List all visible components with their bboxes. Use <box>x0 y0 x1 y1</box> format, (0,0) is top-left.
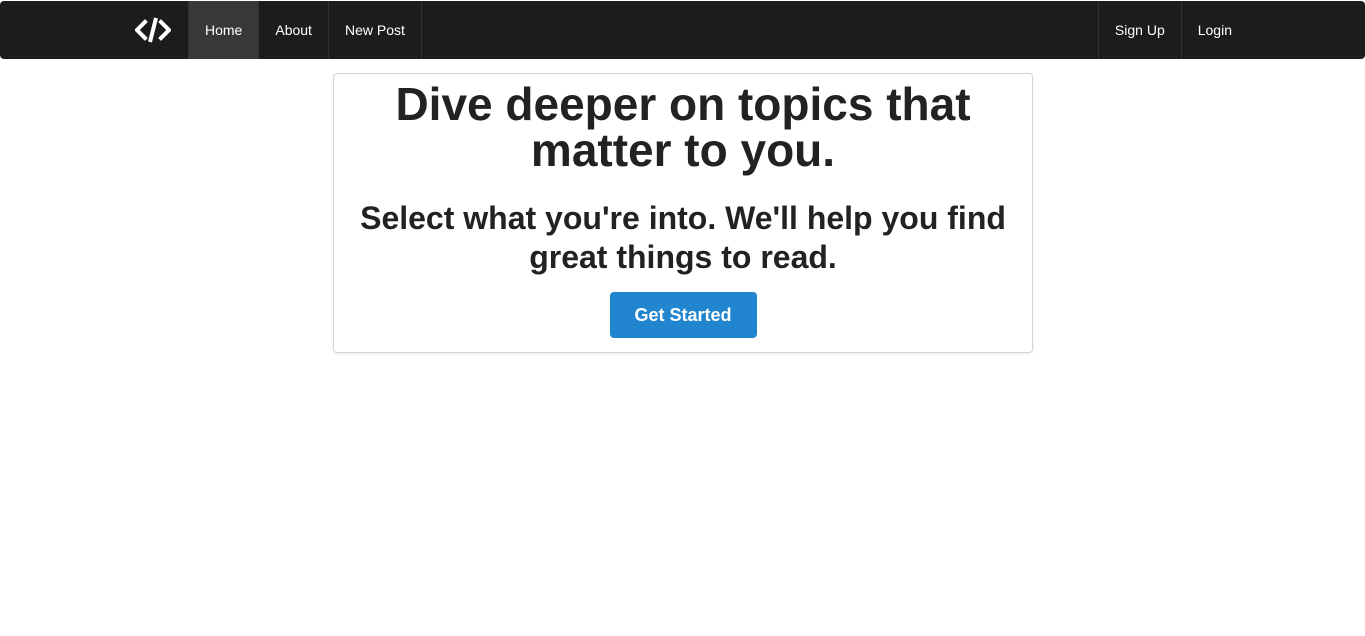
nav-item-login[interactable]: Login <box>1180 1 1248 59</box>
hero-subheadline: Select what you're into. We'll help you … <box>360 200 1006 275</box>
logo-link[interactable] <box>118 1 188 59</box>
nav-item-about[interactable]: About <box>258 1 328 59</box>
nav-item-new-post[interactable]: New Post <box>327 1 422 59</box>
navbar-inner: Home About New Post Sign Up Login <box>118 1 1248 59</box>
navbar-spacer <box>422 1 1098 59</box>
hero-card: Dive deeper on topics that matter to you… <box>333 73 1033 353</box>
top-navbar: Home About New Post Sign Up Login <box>0 1 1365 59</box>
nav-item-home[interactable]: Home <box>188 1 259 59</box>
code-icon <box>135 17 171 43</box>
get-started-button[interactable]: Get Started <box>609 292 757 338</box>
hero-headline: Dive deeper on topics that matter to you… <box>395 78 971 176</box>
nav-item-sign-up[interactable]: Sign Up <box>1097 1 1181 59</box>
